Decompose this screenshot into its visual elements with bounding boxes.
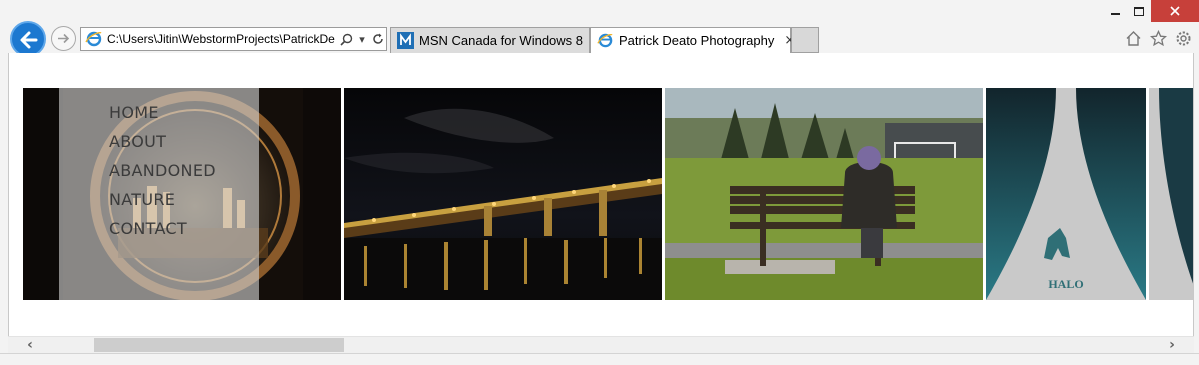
bridge-night-image [344,88,662,300]
photo-park-bench[interactable] [665,88,983,300]
close-icon [1170,6,1180,16]
scroll-right-button[interactable]: › [1160,337,1184,353]
horizontal-scrollbar[interactable]: ‹ › [8,336,1194,353]
page-viewport: HOME ABOUT ABANDONED NATURE CONTACT HALO [8,53,1194,353]
menu-item-contact[interactable]: CONTACT [109,218,216,247]
menu-item-abandoned[interactable]: ABANDONED [109,160,216,189]
photo-mirror-sphere[interactable]: HOME ABOUT ABANDONED NATURE CONTACT [23,88,341,300]
scrollbar-thumb[interactable] [94,338,344,352]
tab-msn-canada[interactable]: MSN Canada for Windows 8 [390,27,590,54]
menu-item-home[interactable]: HOME [109,102,216,131]
tab-label: Patrick Deato Photography [619,33,775,48]
tab-label: MSN Canada for Windows 8 [419,33,584,48]
halo-logo-text: HALO [1048,277,1083,291]
minimize-icon [1110,13,1120,15]
address-bar[interactable]: C:\Users\Jitin\WebstormProjects\PatrickD… [80,27,387,51]
back-arrow-icon [20,31,38,49]
ie-page-icon [85,31,102,47]
settings-gear-icon[interactable] [1173,28,1193,48]
favorites-star-icon[interactable] [1148,28,1168,48]
menu-list: HOME ABOUT ABANDONED NATURE CONTACT [109,102,216,247]
menu-item-nature[interactable]: NATURE [109,189,216,218]
forward-arrow-icon [58,33,70,44]
close-button[interactable] [1151,0,1199,22]
window-controls [1103,0,1199,22]
photo-halo-poster[interactable]: HALO [986,88,1146,300]
minimize-button[interactable] [1103,0,1127,22]
park-bench-image [665,88,983,300]
menu-item-about[interactable]: ABOUT [109,131,216,160]
tab-patrick-deato-photography[interactable]: Patrick Deato Photography × [590,27,795,54]
dropdown-icon[interactable]: ▾ [354,29,370,49]
photo-gallery: HOME ABOUT ABANDONED NATURE CONTACT HALO [23,88,1193,300]
search-icon[interactable] [338,29,354,49]
forward-button[interactable] [51,26,76,51]
ie-tab-icon [597,33,613,48]
back-button[interactable] [10,21,46,57]
photo-halo-poster-partial[interactable] [1149,88,1193,300]
address-url[interactable]: C:\Users\Jitin\WebstormProjects\PatrickD… [107,32,338,46]
browser-window: C:\Users\Jitin\WebstormProjects\PatrickD… [0,0,1199,365]
maximize-button[interactable] [1127,0,1151,22]
browser-toolbar [1123,28,1193,48]
scroll-left-button[interactable]: ‹ [18,337,42,353]
home-icon[interactable] [1123,28,1143,48]
window-bottom-edge [0,353,1199,365]
maximize-icon [1134,6,1144,16]
halo-poster-partial-image [1149,88,1193,300]
refresh-icon[interactable] [370,29,386,49]
photo-bridge-night[interactable] [344,88,662,300]
halo-poster-image: HALO [986,88,1146,300]
new-tab-button[interactable] [791,27,819,53]
msn-icon [397,32,414,49]
navigation-menu: HOME ABOUT ABANDONED NATURE CONTACT [59,88,259,300]
